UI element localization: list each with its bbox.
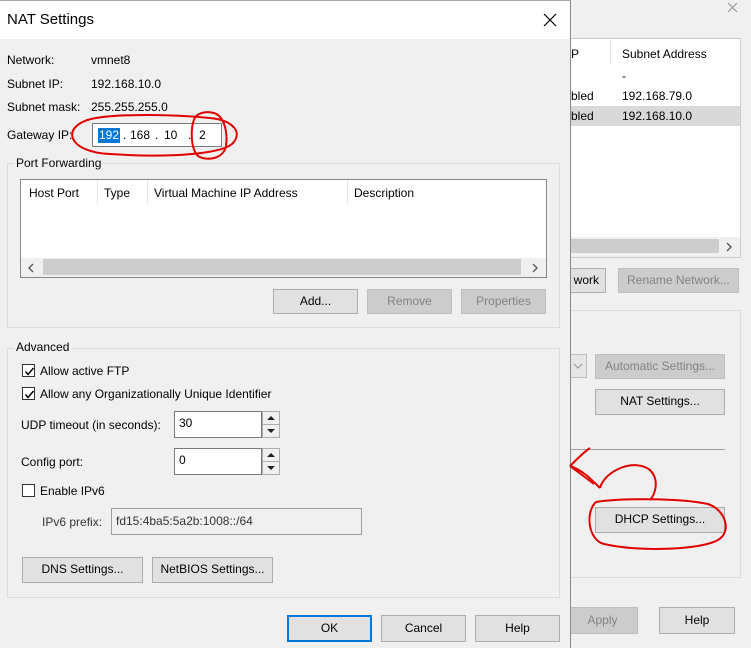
annotation-ellipse-gateway xyxy=(71,114,238,157)
annotation-overlay xyxy=(71,111,727,550)
annotation-ellipse-dhcp xyxy=(588,498,727,550)
annotation-arrow xyxy=(569,447,657,501)
